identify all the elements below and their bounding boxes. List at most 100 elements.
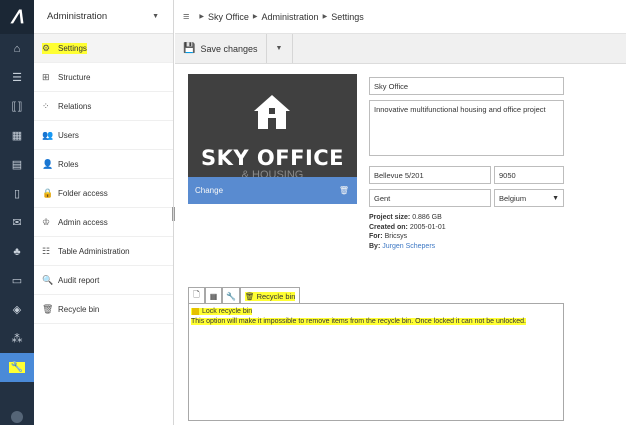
database-icon: ☷	[42, 245, 51, 256]
nav-header[interactable]: Administration ▼	[34, 0, 173, 34]
breadcrumb: ≡ ▶ Sky Office ▶ Administration ▶ Settin…	[175, 0, 626, 34]
size-label: Project size:	[369, 214, 411, 221]
app-icon[interactable]: ⁂	[0, 324, 34, 353]
recycle-bin-panel: Lock recycle bin This option will make i…	[188, 303, 564, 421]
breadcrumb-item-current: Settings	[331, 11, 364, 22]
toolbar: 💾 Save changes ▼	[175, 34, 626, 64]
users-icon: 👥	[42, 129, 54, 140]
floppy-disk-icon: 💾	[183, 43, 196, 54]
tab-document[interactable]: 🗋	[188, 287, 205, 304]
mail-icon[interactable]: ✉	[0, 208, 34, 237]
chart-icon[interactable]: ▤	[0, 150, 34, 179]
zip-field[interactable]: 9050	[494, 166, 564, 184]
app-logo-icon[interactable]: ᐱ	[0, 0, 34, 34]
recycle-bin-tab-highlight: 🗑 Recycle bin	[244, 291, 296, 301]
home-icon[interactable]: ⌂	[0, 34, 34, 63]
wrench-icon: 🔧	[226, 291, 236, 301]
admin-nav-panel: Administration ▼ ⚙ Settings ⊞ Structure ⁘ R…	[34, 0, 174, 425]
document-icon[interactable]: ▯	[0, 179, 34, 208]
breadcrumb-item[interactable]: Administration	[262, 12, 319, 22]
breadcrumb-arrow-icon: ▶	[252, 14, 258, 20]
for-value: Bricsys	[384, 233, 408, 240]
cube-icon[interactable]: ◈	[0, 295, 34, 324]
save-options-dropdown[interactable]: ▼	[267, 34, 293, 63]
breadcrumb-arrow-icon: ▶	[199, 14, 205, 20]
street-field[interactable]: Bellevue 5/201	[369, 166, 491, 184]
size-value: 0.886 GB	[412, 214, 442, 221]
report-icon[interactable]: ▭	[0, 266, 34, 295]
recycle-warning-text: This option will make it impossible to r…	[191, 318, 526, 325]
change-image-link[interactable]: Change	[195, 186, 223, 195]
country-value: Belgium	[499, 193, 527, 203]
nav-title: Administration	[47, 11, 108, 22]
tab-recycle-bin[interactable]: 🗑 Recycle bin	[239, 287, 301, 304]
hierarchy-icon[interactable]: ♣	[0, 237, 34, 266]
nav-item-label: Folder access	[58, 188, 108, 198]
lock-icon: 🔒	[42, 187, 54, 198]
nav-item-label: Table Administration	[58, 246, 130, 256]
lock-recycle-bin-row[interactable]: Lock recycle bin	[191, 307, 561, 317]
image-title-text: SKY OFFICE	[200, 146, 345, 170]
relations-icon: ⁘	[42, 100, 50, 111]
panel-resize-handle[interactable]	[172, 207, 175, 221]
chevron-down-icon: ▼	[275, 45, 283, 52]
created-value: 2005-01-01	[409, 223, 446, 231]
breadcrumb-item[interactable]: Sky Office	[208, 12, 249, 22]
chevron-down-icon: ▼	[552, 194, 559, 202]
audit-icon: 🔍	[42, 274, 54, 285]
nav-item-folder-access[interactable]: 🔒 Folder access	[34, 179, 173, 208]
breadcrumb-arrow-icon: ▶	[322, 14, 328, 20]
admin-wrench-icon[interactable]: 🔧	[0, 353, 34, 382]
admin-access-icon: ♔	[42, 216, 51, 227]
wrench-highlight: 🔧	[8, 362, 26, 373]
project-description-field[interactable]: Innovative multifunctional housing and o…	[369, 100, 564, 156]
project-image: SKY OFFICE & HOUSING Change 🗑	[188, 74, 357, 204]
nav-item-label: Settings	[58, 43, 87, 53]
user-avatar[interactable]	[11, 411, 23, 423]
nav-item-table-administration[interactable]: ☷ Table Administration	[34, 237, 173, 266]
logo-glyph: ᐱ	[10, 6, 24, 27]
nav-item-roles[interactable]: 👤 Roles	[34, 150, 173, 179]
house-logo-icon	[254, 95, 290, 129]
lock-row-highlight: Lock recycle bin	[191, 307, 253, 315]
chevron-down-icon[interactable]: ▼	[152, 13, 159, 20]
save-changes-button[interactable]: 💾 Save changes	[175, 34, 267, 63]
by-label: By:	[369, 242, 381, 250]
nav-item-label: Roles	[58, 159, 79, 169]
for-label: For:	[369, 233, 383, 240]
save-changes-label: Save changes	[200, 43, 258, 54]
calendar-icon: ▦	[209, 291, 218, 301]
settings-tabs: 🗋 ▦ 🔧 🗑 Recycle bin	[188, 287, 301, 304]
nav-item-label: Audit report	[58, 275, 100, 285]
hamburger-menu-icon[interactable]: ≡	[183, 11, 189, 23]
nav-item-label: Admin access	[58, 217, 108, 227]
nav-item-settings[interactable]: ⚙ Settings	[34, 34, 173, 63]
trash-icon: 🗑	[42, 303, 54, 314]
city-field[interactable]: Gent	[369, 189, 491, 207]
trash-icon: 🗑	[244, 291, 255, 301]
project-info: Project size: 0.886 GB Created on: 2005-…	[369, 213, 446, 251]
icon-rail: ᐱ ⌂ ☰ ⟦⟧ ▦ ▤ ▯ ✉ ♣ ▭ ◈ ⁂ 🔧	[0, 0, 34, 425]
tab-calendar[interactable]: ▦	[205, 287, 222, 304]
project-name-field[interactable]: Sky Office	[369, 77, 564, 95]
delete-image-icon[interactable]: 🗑	[339, 186, 349, 195]
tab-tools[interactable]: 🔧	[222, 287, 240, 304]
settings-icon: ⚙	[42, 42, 51, 53]
author-link[interactable]: Jurgen Schepers	[382, 243, 435, 250]
list-icon[interactable]: ☰	[0, 63, 34, 92]
nav-item-audit-report[interactable]: 🔍 Audit report	[34, 266, 173, 295]
bracket-icon[interactable]: ⟦⟧	[0, 92, 34, 121]
nav-item-relations[interactable]: ⁘ Relations	[34, 92, 173, 121]
nav-item-users[interactable]: 👥 Users	[34, 121, 173, 150]
nav-item-recycle-bin[interactable]: 🗑 Recycle bin	[34, 295, 173, 324]
calendar-icon[interactable]: ▦	[0, 121, 34, 150]
nav-item-structure[interactable]: ⊞ Structure	[34, 63, 173, 92]
created-label: Created on:	[369, 223, 408, 231]
structure-icon: ⊞	[42, 71, 50, 82]
lock-recycle-bin-label: Lock recycle bin	[202, 308, 253, 315]
document-icon: 🗋	[193, 290, 200, 299]
country-select[interactable]: Belgium ▼	[494, 189, 564, 207]
tab-label: Recycle bin	[256, 291, 296, 301]
lock-checkbox[interactable]	[192, 307, 199, 315]
nav-item-admin-access[interactable]: ♔ Admin access	[34, 208, 173, 237]
